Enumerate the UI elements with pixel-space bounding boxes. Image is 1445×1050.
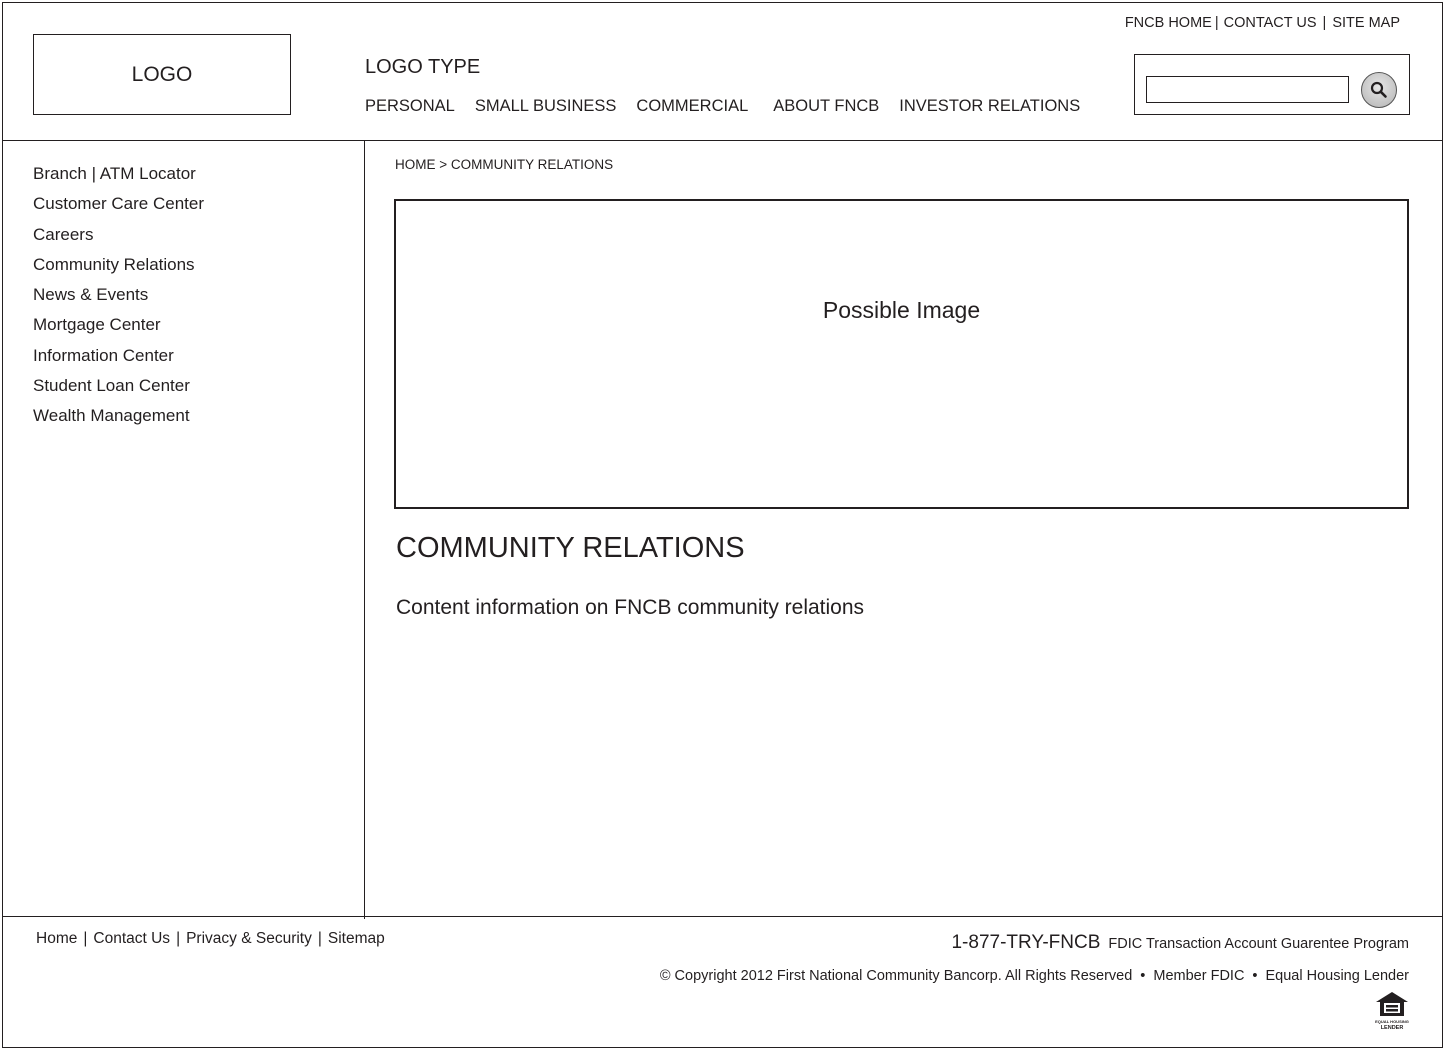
footer-link-privacy-security[interactable]: Privacy & Security bbox=[186, 930, 312, 947]
nav-commercial[interactable]: COMMERCIAL bbox=[636, 97, 748, 116]
util-fncb-home[interactable]: FNCB HOME bbox=[1125, 15, 1212, 31]
sidebar: Branch | ATM Locator Customer Care Cente… bbox=[33, 162, 204, 435]
sidebar-divider bbox=[364, 141, 365, 919]
copyright-row: © Copyright 2012 First National Communit… bbox=[660, 968, 1409, 984]
nav-about-fncb[interactable]: ABOUT FNCB bbox=[773, 97, 879, 116]
separator: | bbox=[83, 930, 88, 947]
sidebar-item-wealth-management[interactable]: Wealth Management bbox=[33, 404, 204, 434]
footer-link-home[interactable]: Home bbox=[36, 930, 77, 947]
nav-small-business[interactable]: SMALL BUSINESS bbox=[475, 97, 617, 116]
copyright-text: © Copyright 2012 First National Communit… bbox=[659, 968, 1133, 984]
equal-housing-lender: Equal Housing Lender bbox=[1265, 968, 1410, 984]
contact-row: 1-877-TRY-FNCB FDIC Transaction Account G… bbox=[951, 932, 1409, 954]
page-title: COMMUNITY RELATIONS bbox=[396, 532, 745, 564]
utility-nav: FNCB HOME | CONTACT US | SITE MAP bbox=[1125, 15, 1400, 31]
fdic-program-text: FDIC Transaction Account Guarentee Progr… bbox=[1108, 936, 1409, 952]
header-divider bbox=[3, 140, 1443, 141]
sidebar-item-student-loan-center[interactable]: Student Loan Center bbox=[33, 374, 204, 404]
sidebar-item-careers[interactable]: Careers bbox=[33, 223, 204, 253]
nav-investor-relations[interactable]: INVESTOR RELATIONS bbox=[899, 97, 1080, 116]
bullet-separator: • bbox=[1140, 968, 1146, 984]
search-icon bbox=[1370, 81, 1387, 98]
separator: | bbox=[1322, 15, 1327, 31]
logo-label: LOGO bbox=[131, 62, 193, 86]
footer-link-contact-us[interactable]: Contact Us bbox=[93, 930, 170, 947]
logo-type: LOGO TYPE bbox=[365, 56, 481, 78]
content-text: Content information on FNCB community re… bbox=[396, 596, 865, 619]
member-fdic: Member FDIC bbox=[1153, 968, 1245, 984]
main-nav: PERSONAL SMALL BUSINESS COMMERCIAL ABOUT… bbox=[365, 97, 1100, 116]
nav-personal[interactable]: PERSONAL bbox=[365, 97, 455, 116]
sidebar-item-branch-atm-locator[interactable]: Branch | ATM Locator bbox=[33, 162, 204, 192]
sidebar-item-news-events[interactable]: News & Events bbox=[33, 283, 204, 313]
equal-housing-lender-icon: EQUAL HOUSING LENDER bbox=[1375, 992, 1409, 1030]
hero-image-placeholder: Possible Image bbox=[394, 199, 1409, 509]
phone-number: 1-877-TRY-FNCB bbox=[951, 932, 1101, 953]
footer-divider bbox=[3, 916, 1443, 917]
footer-link-sitemap[interactable]: Sitemap bbox=[328, 930, 385, 947]
sidebar-item-information-center[interactable]: Information Center bbox=[33, 344, 204, 374]
footer-links: Home | Contact Us | Privacy & Security | Sitem… bbox=[36, 930, 385, 948]
separator: | bbox=[1214, 15, 1219, 31]
util-contact-us[interactable]: CONTACT US bbox=[1224, 15, 1317, 31]
search-button[interactable] bbox=[1361, 72, 1397, 108]
ehl-logo-text-top: EQUAL HOUSING bbox=[1375, 1019, 1409, 1024]
util-site-map[interactable]: SITE MAP bbox=[1332, 15, 1400, 31]
sidebar-item-customer-care-center[interactable]: Customer Care Center bbox=[33, 192, 204, 222]
bullet-separator: • bbox=[1252, 968, 1258, 984]
separator: | bbox=[176, 930, 181, 947]
search-input[interactable] bbox=[1146, 76, 1349, 103]
separator: | bbox=[317, 930, 322, 947]
page-frame bbox=[2, 2, 1443, 1048]
search-box bbox=[1134, 54, 1410, 115]
hero-placeholder-label: Possible Image bbox=[822, 296, 981, 323]
logo-placeholder[interactable]: LOGO bbox=[33, 34, 291, 115]
sidebar-item-community-relations[interactable]: Community Relations bbox=[33, 253, 204, 283]
breadcrumb[interactable]: HOME > COMMUNITY RELATIONS bbox=[395, 157, 613, 172]
sidebar-item-mortgage-center[interactable]: Mortgage Center bbox=[33, 313, 204, 343]
ehl-logo-text-bottom: LENDER bbox=[1381, 1025, 1404, 1030]
